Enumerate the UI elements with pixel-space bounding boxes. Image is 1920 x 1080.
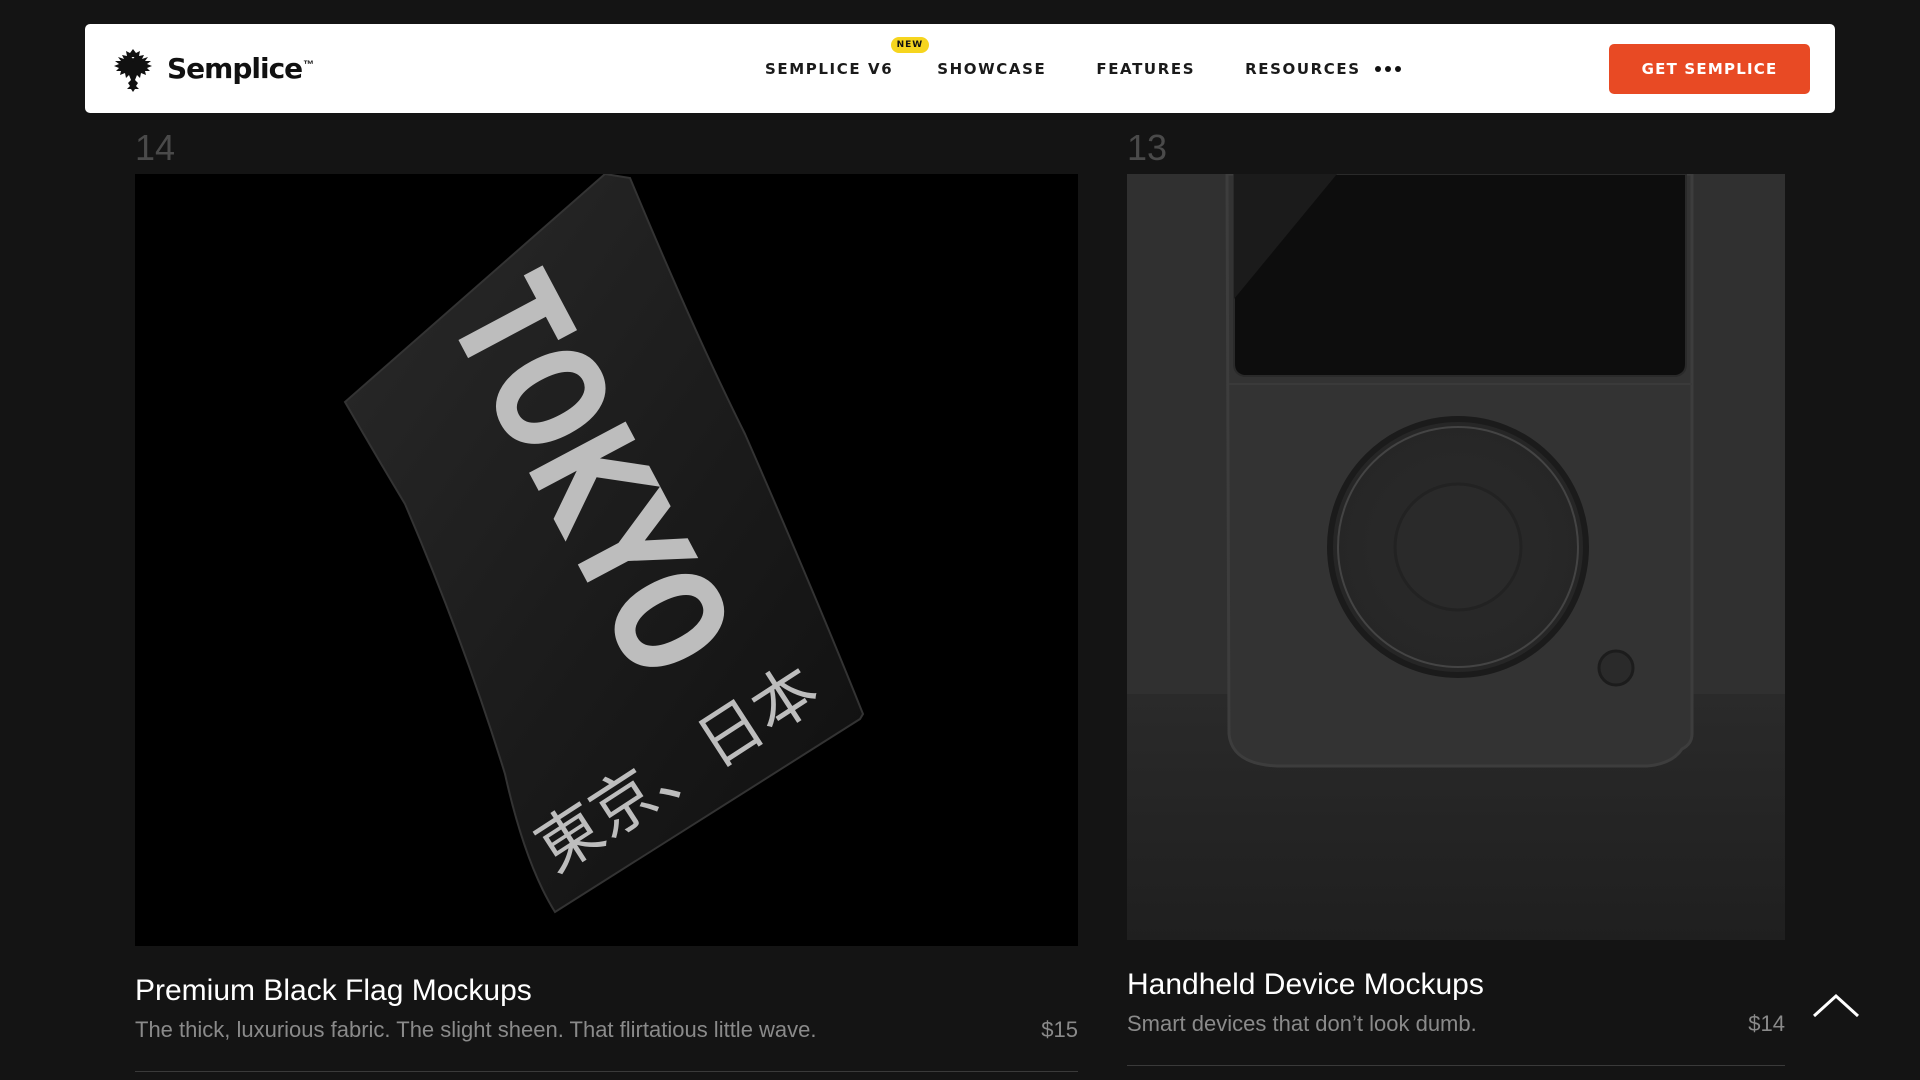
flag-illustration: TOKYO 東京、日本	[343, 174, 865, 914]
card-title[interactable]: Handheld Device Mockups	[1127, 968, 1484, 1002]
side-button	[1597, 649, 1635, 687]
trademark-symbol: ™	[303, 59, 315, 71]
brand-logo[interactable]: Semplice ™	[109, 46, 314, 92]
nav-item-showcase[interactable]: SHOWCASE	[937, 60, 1046, 78]
eagle-logo-icon	[114, 49, 152, 92]
card-description: Smart devices that don’t look dumb.	[1127, 1011, 1477, 1036]
dot	[1374, 65, 1381, 72]
card-number: 14	[135, 127, 176, 168]
get-semplice-button[interactable]: GET SEMPLICE	[1609, 44, 1810, 94]
page: Semplice ™ SEMPLICE V6 NEW SHOWCASE FEAT…	[0, 0, 1920, 1080]
card-number: 13	[1127, 127, 1168, 168]
main-menu: SEMPLICE V6 NEW SHOWCASE FEATURES RESOUR…	[765, 24, 1401, 113]
handheld-device-image[interactable]	[1127, 174, 1785, 940]
nav-item-semplice-v6[interactable]: SEMPLICE V6 NEW	[765, 36, 930, 78]
card-divider	[1127, 1065, 1785, 1066]
center-button	[1393, 482, 1523, 612]
new-badge: NEW	[890, 36, 930, 53]
more-dots-icon[interactable]	[1374, 65, 1401, 72]
chevron-up-icon[interactable]	[1812, 992, 1860, 1020]
brand-wordmark: Semplice	[167, 52, 303, 85]
card-title[interactable]: Premium Black Flag Mockups	[135, 974, 532, 1008]
device-illustration	[1127, 174, 1785, 940]
nav-item-resources[interactable]: RESOURCES	[1245, 60, 1361, 78]
card-price: $14	[1748, 1011, 1785, 1036]
card-description: The thick, luxurious fabric. The slight …	[135, 1017, 817, 1042]
dot	[1394, 65, 1401, 72]
nav-item-label: SEMPLICE V6	[765, 59, 894, 78]
black-flag-image[interactable]: TOKYO 東京、日本	[135, 174, 1078, 946]
dot	[1384, 65, 1391, 72]
nav-item-features[interactable]: FEATURES	[1096, 60, 1195, 78]
card-divider	[135, 1071, 1078, 1072]
card-price: $15	[1041, 1017, 1078, 1042]
top-navbar: Semplice ™ SEMPLICE V6 NEW SHOWCASE FEAT…	[85, 24, 1835, 113]
